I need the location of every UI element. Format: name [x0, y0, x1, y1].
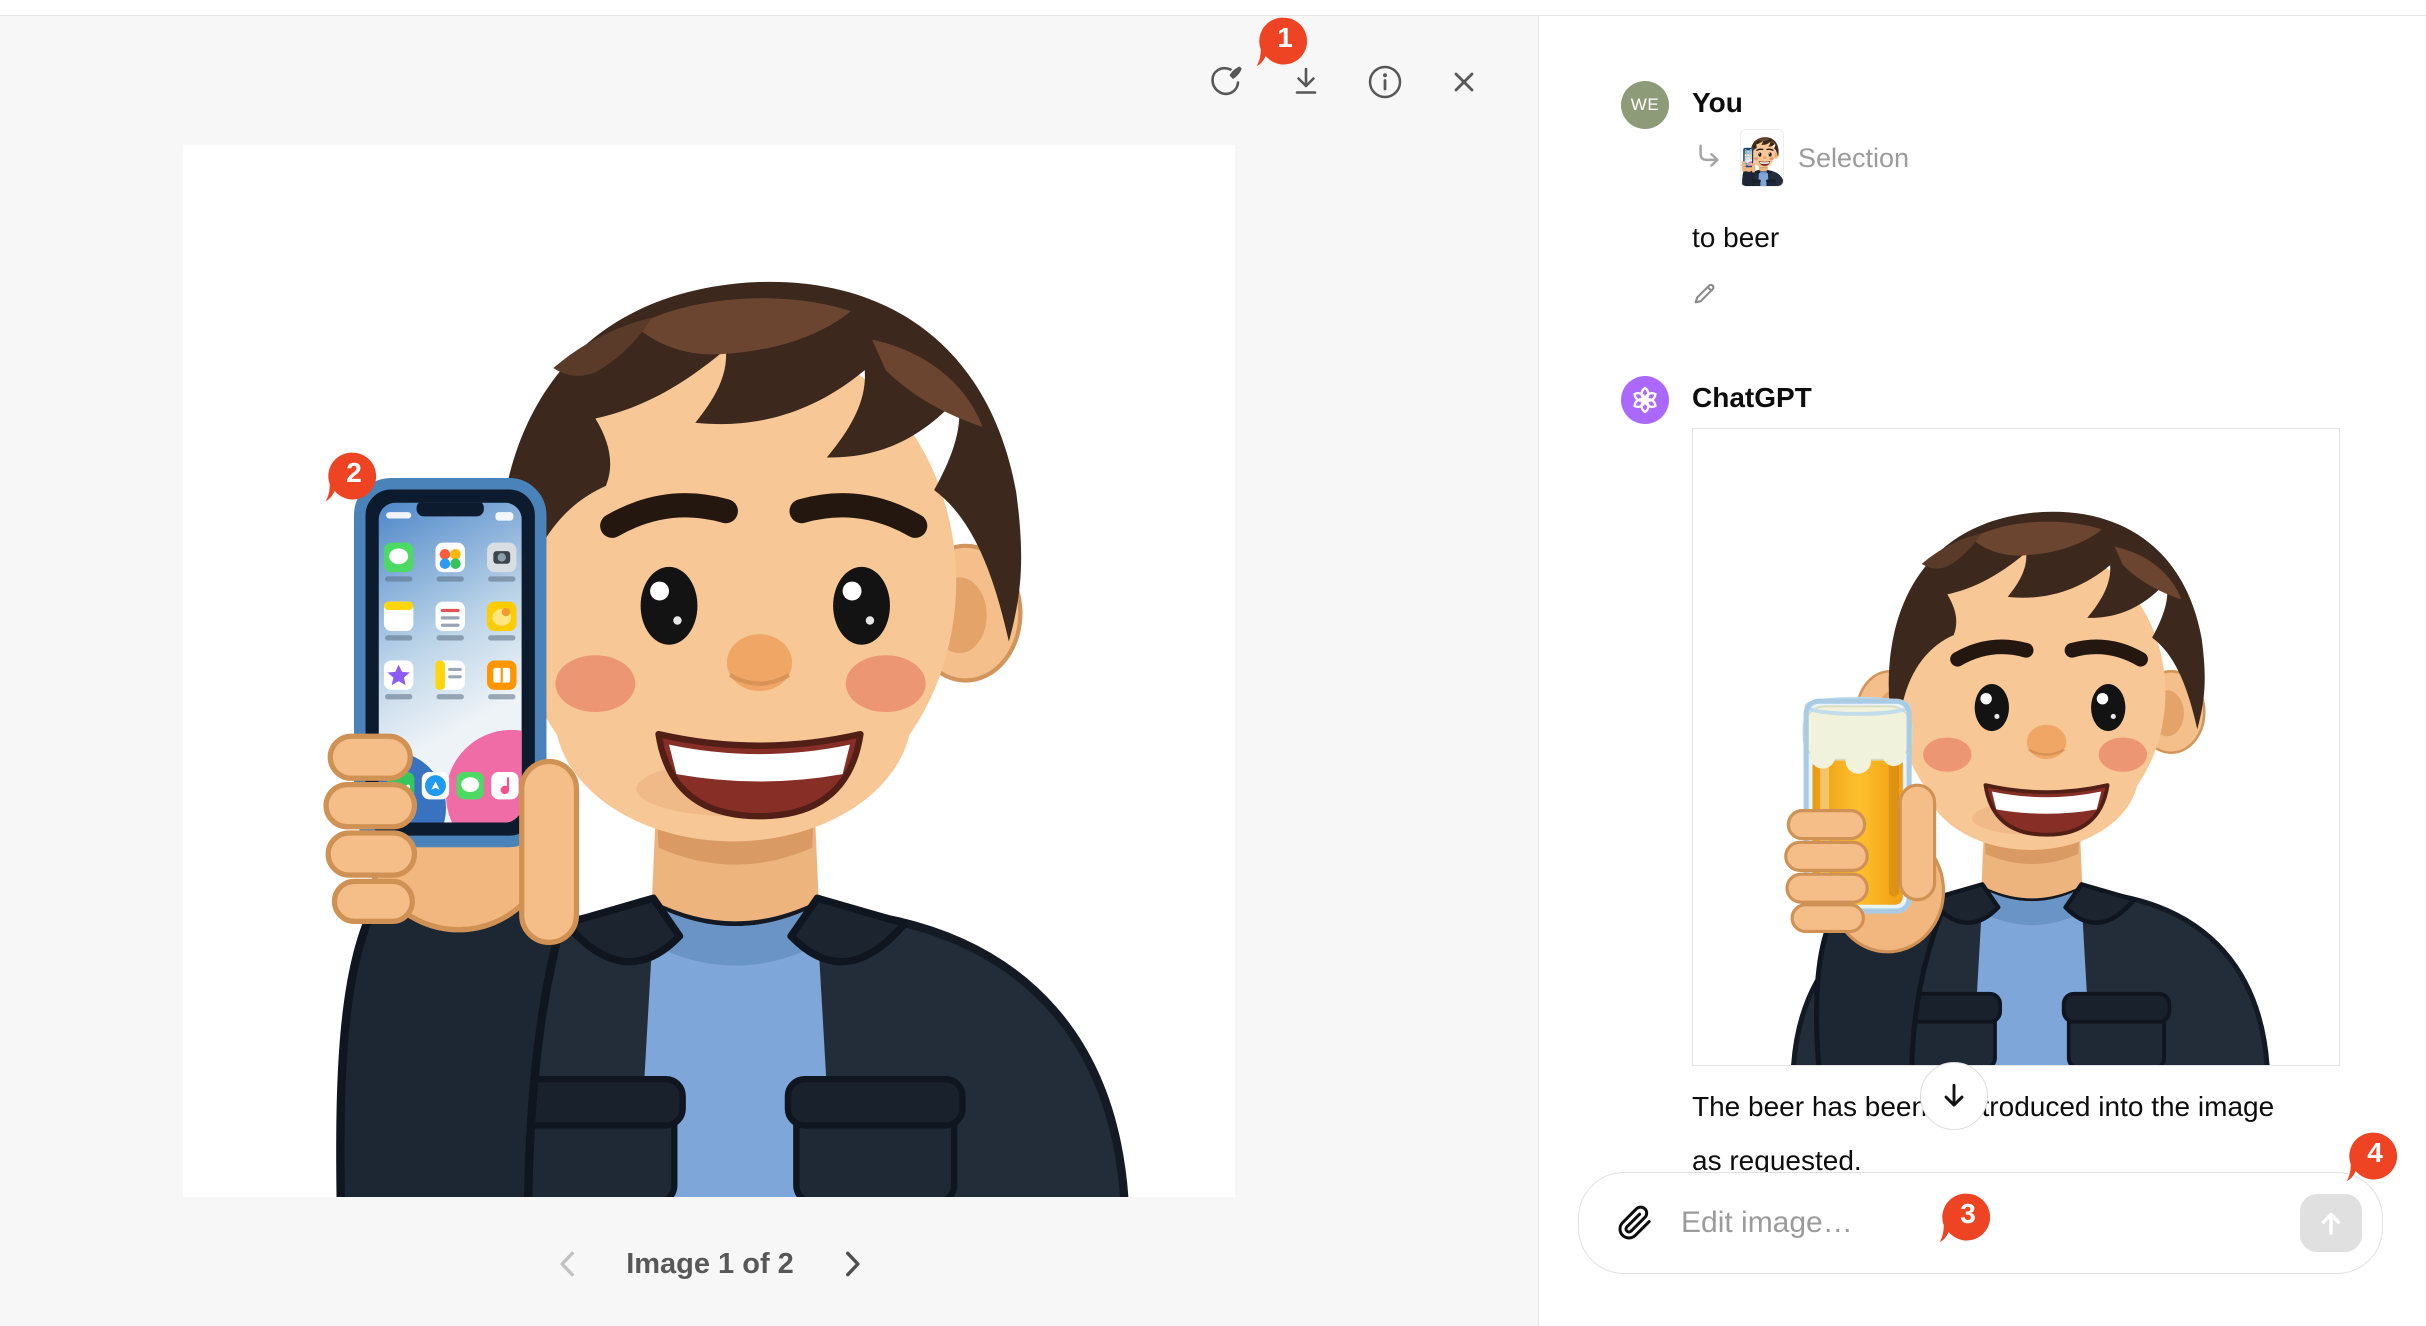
response-image-man-with-beer[interactable]	[1692, 428, 2340, 1066]
close-button[interactable]	[1440, 58, 1488, 106]
info-icon	[1366, 63, 1404, 101]
user-name: You	[1692, 86, 1743, 120]
pencil-icon	[1691, 277, 1721, 307]
arrow-up-icon	[2316, 1208, 2346, 1238]
man-with-beer-illustration	[1698, 429, 2334, 1065]
annotation-badge-3: 3	[1937, 1191, 1991, 1245]
selection-thumbnail[interactable]	[1740, 129, 1784, 187]
main-image-man-with-phone	[183, 145, 1235, 1197]
image-counter-label: Image 1 of 2	[626, 1248, 794, 1281]
attach-button[interactable]	[1613, 1201, 1657, 1245]
chevron-left-icon	[552, 1248, 584, 1280]
select-icon	[1207, 62, 1247, 102]
openai-logo-icon	[1630, 385, 1660, 415]
top-border	[0, 15, 2426, 16]
paperclip-icon	[1617, 1205, 1653, 1241]
close-icon	[1445, 63, 1483, 101]
user-avatar: WE	[1621, 81, 1669, 129]
select-tool-button[interactable]	[1203, 58, 1251, 106]
annotation-badge-1: 1	[1254, 15, 1308, 69]
man-with-phone-illustration	[183, 145, 1235, 1197]
image-pagination: Image 1 of 2	[540, 1234, 880, 1294]
arrow-down-icon	[1938, 1080, 1970, 1112]
user-message: to beer	[1692, 218, 1779, 258]
next-image-button[interactable]	[834, 1246, 870, 1282]
chatgpt-avatar	[1621, 376, 1669, 424]
selection-attachment-row: Selection	[1694, 128, 1909, 188]
chatgpt-image-viewer: Image 1 of 2 WE You Selection to beer	[0, 0, 2426, 1326]
annotation-badge-4: 4	[2344, 1130, 2398, 1184]
user-avatar-initials: WE	[1631, 95, 1659, 115]
chevron-right-icon	[836, 1248, 868, 1280]
previous-image-button[interactable]	[550, 1246, 586, 1282]
top-strip	[0, 0, 2426, 15]
selection-thumbnail-image	[1741, 130, 1783, 186]
selection-label: Selection	[1798, 143, 1909, 174]
send-button[interactable]	[2300, 1194, 2362, 1252]
panel-divider	[1538, 16, 1539, 1326]
info-button[interactable]	[1361, 58, 1409, 106]
assistant-name: ChatGPT	[1692, 381, 1812, 415]
edit-message-button[interactable]	[1686, 272, 1726, 312]
annotation-badge-2: 2	[323, 450, 377, 504]
scroll-to-bottom-button[interactable]	[1920, 1062, 1988, 1130]
reply-arrow-icon	[1694, 142, 1726, 174]
